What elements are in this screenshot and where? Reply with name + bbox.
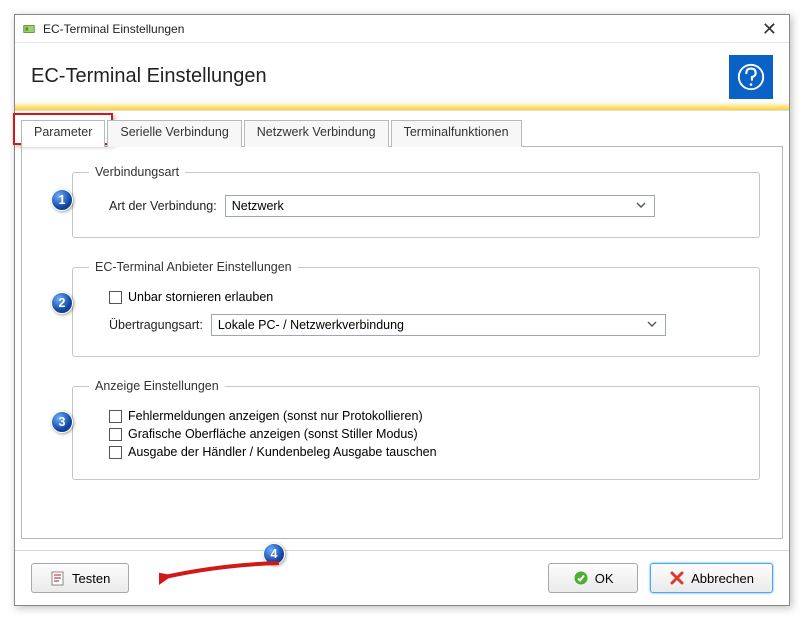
chevron-down-icon — [643, 318, 661, 332]
tab-parameter[interactable]: Parameter — [21, 120, 105, 147]
ok-button-label: OK — [595, 571, 614, 586]
transfer-type-label: Übertragungsart: — [109, 318, 203, 332]
cancel-button-label: Abbrechen — [691, 571, 754, 586]
window-title: EC-Terminal Einstellungen — [43, 22, 756, 36]
connection-type-label: Art der Verbindung: — [109, 199, 217, 213]
titlebar: EC-Terminal Einstellungen ✕ — [15, 15, 789, 43]
checkbox-show-gui[interactable] — [109, 428, 122, 441]
checkbox-show-gui-label: Grafische Oberfläche anzeigen (sonst Sti… — [128, 427, 418, 441]
callout-4: 4 — [263, 543, 285, 565]
ok-icon — [573, 570, 589, 586]
group-display-legend: Anzeige Einstellungen — [89, 379, 225, 393]
test-button-label: Testen — [72, 571, 110, 586]
cancel-icon — [669, 570, 685, 586]
checkbox-show-errors[interactable] — [109, 410, 122, 423]
callout-3: 3 — [51, 411, 73, 433]
dialog-window: EC-Terminal Einstellungen ✕ EC-Terminal … — [14, 14, 790, 606]
dialog-body: Parameter Serielle Verbindung Netzwerk V… — [15, 111, 789, 545]
group-connection-legend: Verbindungsart — [89, 165, 185, 179]
tab-serial[interactable]: Serielle Verbindung — [107, 120, 241, 147]
tab-terminalfunctions[interactable]: Terminalfunktionen — [391, 120, 522, 147]
group-display: 3 Anzeige Einstellungen Fehlermeldungen … — [72, 379, 760, 480]
connection-type-value: Netzwerk — [232, 199, 284, 213]
transfer-type-select[interactable]: Lokale PC- / Netzwerkverbindung — [211, 314, 666, 336]
tab-strip: Parameter Serielle Verbindung Netzwerk V… — [21, 119, 783, 147]
checkbox-swap-output[interactable] — [109, 446, 122, 459]
tab-network[interactable]: Netzwerk Verbindung — [244, 120, 389, 147]
dialog-footer: Testen 4 OK Abbrechen — [15, 550, 789, 605]
group-provider: 2 EC-Terminal Anbieter Einstellungen Unb… — [72, 260, 760, 357]
chevron-down-icon — [632, 199, 650, 213]
callout-1: 1 — [51, 189, 73, 211]
ok-button[interactable]: OK — [548, 563, 638, 593]
cancel-button[interactable]: Abbrechen — [650, 563, 773, 593]
callout-2: 2 — [51, 292, 73, 314]
connection-type-select[interactable]: Netzwerk — [225, 195, 655, 217]
page-title: EC-Terminal Einstellungen — [31, 65, 729, 88]
help-button[interactable] — [729, 55, 773, 99]
tab-content: 1 Verbindungsart Art der Verbindung: Net… — [21, 147, 783, 539]
help-icon — [736, 62, 766, 92]
checkbox-cancel-unbar[interactable] — [109, 291, 122, 304]
transfer-type-value: Lokale PC- / Netzwerkverbindung — [218, 318, 404, 332]
dialog-header: EC-Terminal Einstellungen — [15, 43, 789, 111]
test-icon — [50, 570, 66, 586]
checkbox-cancel-unbar-label: Unbar stornieren erlauben — [128, 290, 273, 304]
checkbox-swap-output-label: Ausgabe der Händler / Kundenbeleg Ausgab… — [128, 445, 437, 459]
checkbox-show-errors-label: Fehlermeldungen anzeigen (sonst nur Prot… — [128, 409, 423, 423]
test-button[interactable]: Testen — [31, 563, 129, 593]
close-button[interactable]: ✕ — [756, 20, 783, 38]
group-connection: 1 Verbindungsart Art der Verbindung: Net… — [72, 165, 760, 238]
group-provider-legend: EC-Terminal Anbieter Einstellungen — [89, 260, 298, 274]
app-icon — [21, 21, 37, 37]
